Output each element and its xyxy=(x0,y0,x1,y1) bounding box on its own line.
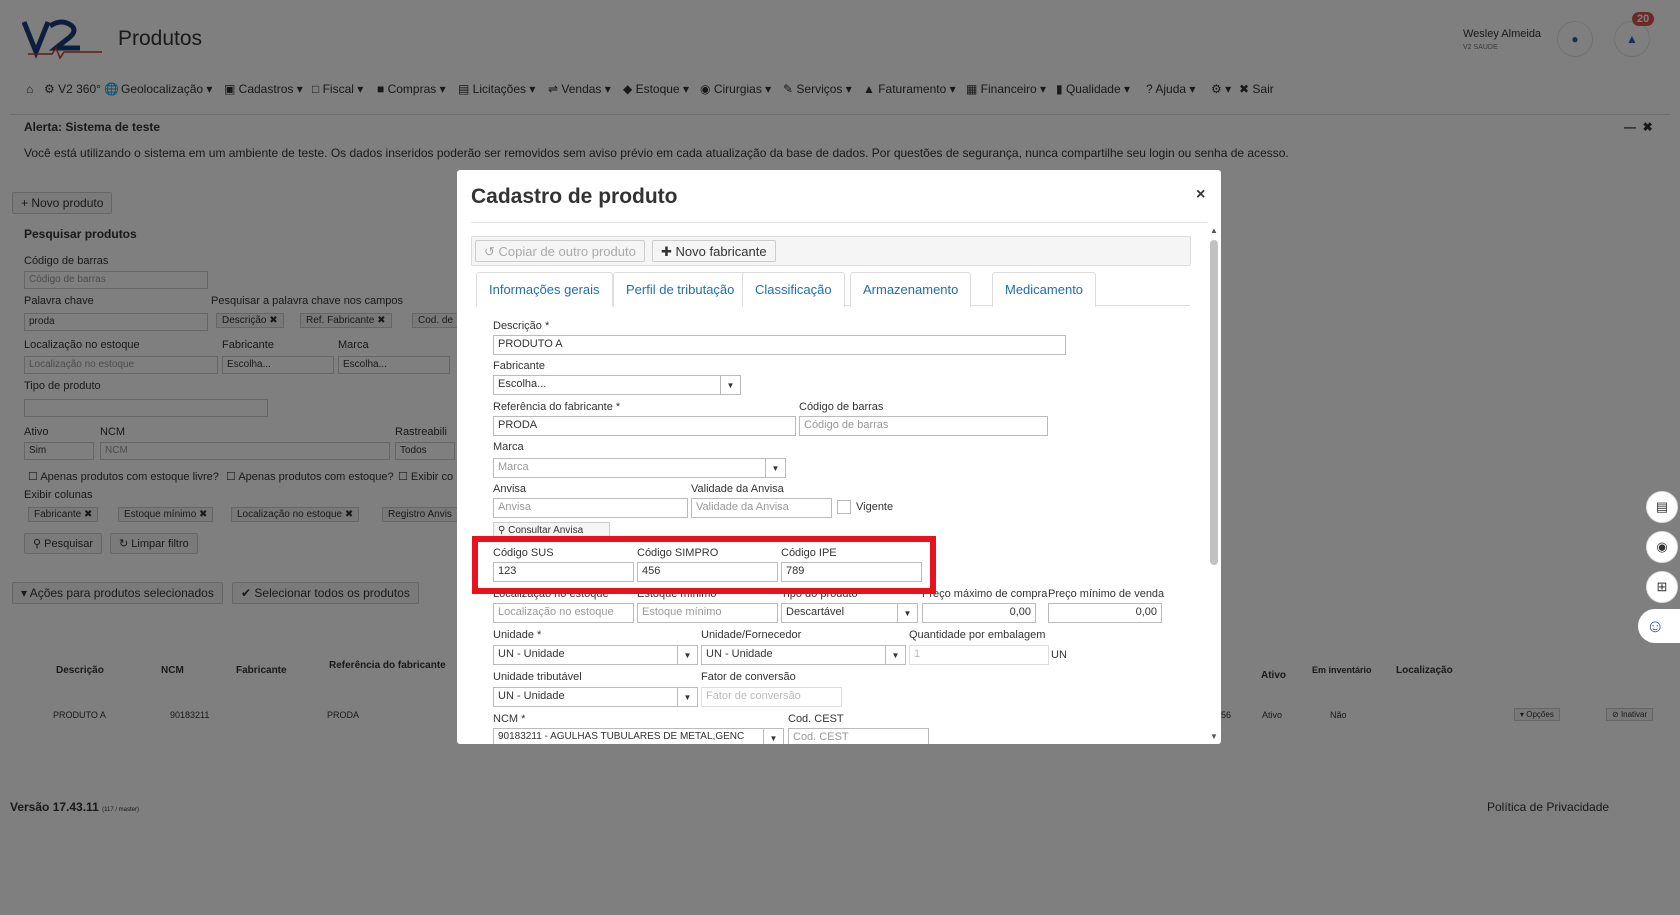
chevron-down-icon: ▼ xyxy=(765,459,785,477)
marca-label: Marca xyxy=(493,441,524,453)
preco-min-input[interactable]: 0,00 xyxy=(1048,603,1162,623)
scrollbar-thumb[interactable] xyxy=(1210,240,1218,565)
scroll-up-icon[interactable]: ▲ xyxy=(1210,226,1218,235)
ncm-label: NCM * xyxy=(493,713,526,725)
descricao-label: Descrição * xyxy=(493,320,550,332)
qtd-emb-input[interactable]: 1 xyxy=(909,645,1049,665)
anvisa-input[interactable]: Anvisa xyxy=(493,498,688,518)
tab-medicamento[interactable]: Medicamento xyxy=(992,272,1097,307)
book-icon[interactable]: ▤ xyxy=(1646,491,1678,523)
modal-toolbar: ↺ Copiar de outro produto ✚ Novo fabrica… xyxy=(471,236,1191,266)
preco-max-input[interactable]: 0,00 xyxy=(922,603,1036,623)
unidade-label: Unidade * xyxy=(493,629,542,641)
cest-label: Cod. CEST xyxy=(788,713,844,725)
unidade-forn-select[interactable]: UN - Unidade ▼ xyxy=(701,645,906,665)
descricao-input[interactable]: PRODUTO A xyxy=(493,335,1066,355)
unidade-forn-label: Unidade/Fornecedor xyxy=(701,629,802,641)
cod-barras-label: Código de barras xyxy=(799,401,884,413)
chevron-down-icon: ▼ xyxy=(897,604,917,622)
tab-informacoes-gerais[interactable]: Informações gerais xyxy=(476,272,613,307)
copy-product-button[interactable]: ↺ Copiar de outro produto xyxy=(475,240,645,262)
validade-anvisa-label: Validade da Anvisa xyxy=(691,483,784,495)
chevron-down-icon: ▼ xyxy=(885,646,905,664)
chevron-down-icon: ▼ xyxy=(677,646,697,664)
loc-estoque-input[interactable]: Localização no estoque xyxy=(493,603,634,623)
ncm-select[interactable]: 90183211 - AGULHAS TUBULARES DE METAL,GE… xyxy=(493,728,784,744)
fator-conv-input[interactable]: Fator de conversão xyxy=(701,687,842,707)
grid-icon[interactable]: ⊞ xyxy=(1646,571,1678,603)
preco-min-label: Preço mínimo de venda xyxy=(1048,588,1165,600)
vigente-label: Vigente xyxy=(856,501,894,513)
qtd-emb-unit: UN xyxy=(1051,649,1067,661)
fabricante-select[interactable]: Escolha... ▼ xyxy=(493,375,741,395)
anvisa-label: Anvisa xyxy=(493,483,527,495)
close-icon[interactable]: × xyxy=(1196,186,1205,204)
chevron-down-icon: ▼ xyxy=(677,688,697,706)
marca-select[interactable]: Marca ▼ xyxy=(493,458,786,478)
scroll-down-icon[interactable]: ▼ xyxy=(1210,732,1218,741)
highlight-box xyxy=(472,536,936,594)
chevron-down-icon: ▼ xyxy=(763,729,783,744)
qtd-emb-label: Quantidade por embalagem xyxy=(909,629,1046,641)
modal-title: Cadastro de produto xyxy=(471,185,678,208)
unid-trib-label: Unidade tributável xyxy=(493,671,582,683)
validade-anvisa-input[interactable]: Validade da Anvisa xyxy=(691,498,832,518)
vigente-checkbox[interactable] xyxy=(837,500,851,514)
unid-trib-select[interactable]: UN - Unidade ▼ xyxy=(493,687,698,707)
location-icon[interactable]: ◉ xyxy=(1646,531,1678,563)
preco-max-label: Preço máximo de compra xyxy=(922,588,1048,600)
chevron-down-icon: ▼ xyxy=(720,376,740,394)
modal-tabs: Informações gerais Perfil de tributação … xyxy=(476,272,1190,307)
assistant-icon[interactable]: ☺ xyxy=(1638,609,1680,643)
cest-input[interactable]: Cod. CEST xyxy=(788,728,929,744)
new-manufacturer-button[interactable]: ✚ Novo fabricante xyxy=(652,240,776,262)
side-toolbar: ▤ ◉ ⊞ xyxy=(1646,491,1678,611)
tab-classificacao[interactable]: Classificação xyxy=(742,272,845,307)
estoque-min-input[interactable]: Estoque mínimo xyxy=(637,603,778,623)
ref-fabricante-label: Referência do fabricante * xyxy=(493,401,621,413)
tab-armazenamento[interactable]: Armazenamento xyxy=(850,272,972,307)
tab-perfil-tributacao[interactable]: Perfil de tributação xyxy=(613,272,748,307)
fabricante-label: Fabricante xyxy=(493,360,545,372)
tipo-produto-select[interactable]: Descartável ▼ xyxy=(781,603,918,623)
cod-barras-input[interactable]: Código de barras xyxy=(799,416,1048,436)
ref-fabricante-input[interactable]: PRODA xyxy=(493,416,796,436)
product-registration-modal: Cadastro de produto × ↺ Copiar de outro … xyxy=(457,170,1221,744)
unidade-select[interactable]: UN - Unidade ▼ xyxy=(493,645,698,665)
fator-conv-label: Fator de conversão xyxy=(701,671,796,683)
divider xyxy=(471,222,1207,223)
